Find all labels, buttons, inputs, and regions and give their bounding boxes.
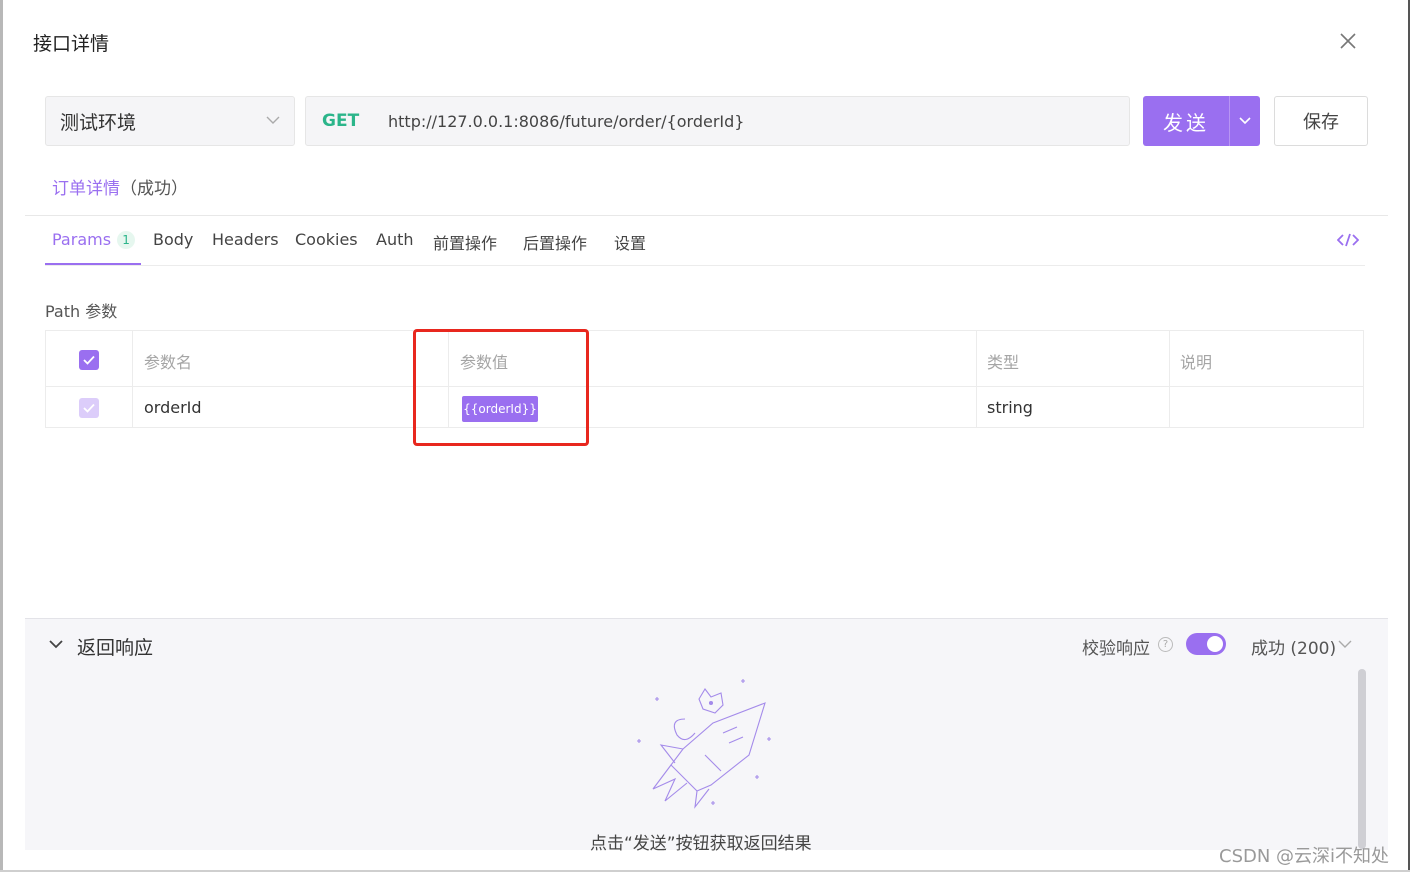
row-checkbox[interactable] <box>79 398 99 418</box>
dialog-title: 接口详情 <box>33 33 110 55</box>
url-input[interactable] <box>388 111 1108 131</box>
chevron-down-icon[interactable] <box>1338 639 1352 649</box>
empty-response-hint: 点击“发送”按钮获取返回结果 <box>590 834 812 854</box>
send-options-button[interactable] <box>1229 96 1260 146</box>
param-type[interactable]: string <box>987 398 1033 417</box>
column-header-type: 类型 <box>987 353 1020 372</box>
tab-post-operations[interactable]: 后置操作 <box>523 230 587 254</box>
table-row: orderId {{orderId}} string <box>46 387 1363 427</box>
api-name-line: 订单详情（成功） <box>52 174 188 199</box>
environment-value: 测试环境 <box>60 111 137 134</box>
tab-auth[interactable]: Auth <box>376 230 414 249</box>
close-icon <box>1340 33 1356 49</box>
help-icon[interactable]: ? <box>1158 637 1173 652</box>
tab-body[interactable]: Body <box>153 230 193 249</box>
window-edge-left <box>0 0 3 872</box>
http-method[interactable]: GET <box>306 111 388 131</box>
response-title[interactable]: 返回响应 <box>77 633 153 660</box>
select-all-checkbox[interactable] <box>79 350 99 370</box>
column-header-description: 说明 <box>1180 353 1213 372</box>
close-button[interactable] <box>1334 27 1362 55</box>
response-panel: 返回响应 校验响应 ? 成功 (200) 点击“发送”按钮获取返回结果 <box>25 618 1388 854</box>
response-status-select[interactable]: 成功 (200) <box>1251 634 1336 659</box>
param-name[interactable]: orderId <box>144 398 202 417</box>
api-status: （成功） <box>120 179 188 199</box>
verify-response-label: 校验响应 <box>1082 639 1150 659</box>
api-name-link[interactable]: 订单详情 <box>52 179 120 199</box>
check-icon <box>83 403 95 413</box>
params-count-badge: 1 <box>117 231 136 249</box>
tab-cookies[interactable]: Cookies <box>295 230 358 249</box>
tab-params[interactable]: Params 1 <box>52 230 136 249</box>
watermark: CSDN @云深i不知处 <box>1219 846 1390 867</box>
chevron-down-icon[interactable] <box>49 639 63 649</box>
tab-settings[interactable]: 设置 <box>614 230 646 254</box>
send-button[interactable]: 发送 <box>1143 96 1229 146</box>
annotation-highlight-box <box>413 329 589 446</box>
table-header-row: 参数名 参数值 类型 说明 <box>46 331 1363 387</box>
chevron-down-icon <box>1239 117 1251 125</box>
path-params-label: Path 参数 <box>45 302 118 321</box>
chevron-down-icon <box>266 116 280 124</box>
path-params-table: 参数名 参数值 类型 说明 orderId {{orderId}} string <box>45 330 1364 428</box>
save-button[interactable]: 保存 <box>1274 96 1368 146</box>
environment-select[interactable]: 测试环境 <box>45 96 295 146</box>
active-tab-indicator <box>45 263 141 265</box>
verify-response-toggle[interactable] <box>1186 633 1226 655</box>
column-header-name: 参数名 <box>144 353 193 372</box>
tab-pre-operations[interactable]: 前置操作 <box>433 230 497 254</box>
request-tabs: Params 1 Body Headers Cookies Auth 前置操作 后… <box>45 216 1365 266</box>
tab-headers[interactable]: Headers <box>212 230 279 249</box>
check-icon <box>83 355 95 365</box>
send-button-group: 发送 <box>1143 96 1260 146</box>
rocket-fox-illustration <box>637 679 771 809</box>
code-icon[interactable] <box>1337 232 1359 248</box>
tab-label: Params <box>52 230 112 249</box>
scrollbar[interactable] <box>1358 669 1366 849</box>
toggle-knob <box>1207 636 1223 652</box>
url-bar: GET <box>305 96 1130 146</box>
